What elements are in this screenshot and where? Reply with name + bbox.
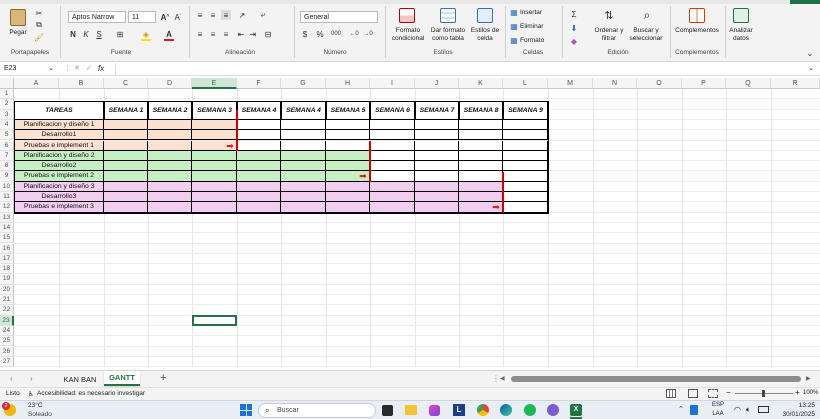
row-header-19[interactable]: 19 bbox=[0, 274, 14, 285]
spotify-icon[interactable] bbox=[524, 404, 536, 416]
normal-view-icon[interactable] bbox=[666, 389, 676, 398]
row-header-23[interactable]: 23 bbox=[0, 315, 14, 326]
app-icon-dark[interactable] bbox=[382, 405, 393, 416]
prev-sheet-icon[interactable]: ‹ bbox=[10, 374, 13, 383]
app-l-icon[interactable]: L bbox=[453, 404, 465, 416]
page-break-icon[interactable] bbox=[708, 389, 718, 398]
selected-cell-e23[interactable] bbox=[192, 315, 237, 326]
zoom-in-button[interactable]: + bbox=[795, 388, 800, 397]
chrome-icon[interactable] bbox=[477, 404, 489, 416]
row-header-8[interactable]: 8 bbox=[0, 161, 14, 172]
accessibility-status[interactable]: Accesibilidad: es necesario investigar bbox=[37, 390, 145, 397]
column-header-i[interactable]: I bbox=[370, 78, 415, 89]
row-header-7[interactable]: 7 bbox=[0, 150, 14, 162]
search-icon: ⌕ bbox=[265, 406, 270, 415]
row-header-12[interactable]: 12 bbox=[0, 202, 14, 213]
column-header-a[interactable]: A bbox=[14, 78, 59, 89]
row-header-21[interactable]: 21 bbox=[0, 295, 14, 306]
row-header-4[interactable]: 4 bbox=[0, 119, 14, 131]
accessibility-icon: ♿ bbox=[28, 391, 34, 398]
weather-temp[interactable]: 23°C bbox=[28, 402, 43, 409]
excel-taskbar-icon[interactable]: X bbox=[570, 404, 582, 416]
select-all-corner[interactable] bbox=[0, 78, 14, 89]
column-header-l[interactable]: L bbox=[503, 78, 548, 89]
clock-time[interactable]: 13:25 bbox=[775, 402, 815, 409]
tray-overflow-icon[interactable]: ⌃ bbox=[678, 405, 684, 413]
row-header-17[interactable]: 17 bbox=[0, 253, 14, 265]
column-header-e[interactable]: E bbox=[192, 78, 237, 89]
next-sheet-icon[interactable]: › bbox=[30, 374, 33, 383]
row-header-15[interactable]: 15 bbox=[0, 233, 14, 244]
sheet-tab-bar: ‹ › KAN BAN GANTT + ⋮ ◀ ▶ bbox=[0, 370, 820, 387]
row-header-14[interactable]: 14 bbox=[0, 222, 14, 234]
column-header-n[interactable]: N bbox=[593, 78, 637, 89]
column-header-d[interactable]: D bbox=[148, 78, 192, 89]
row-header-1[interactable]: 1 bbox=[0, 89, 14, 100]
column-header-k[interactable]: K bbox=[459, 78, 503, 89]
row-header-2[interactable]: 2 bbox=[0, 99, 14, 110]
zoom-out-button[interactable]: − bbox=[726, 388, 731, 397]
column-header-c[interactable]: C bbox=[104, 78, 148, 89]
hscroll-left-icon[interactable]: ◀ bbox=[500, 375, 505, 382]
gantt-table-border bbox=[14, 101, 549, 214]
add-sheet-button[interactable]: + bbox=[160, 372, 166, 384]
row-header-3[interactable]: 3 bbox=[0, 109, 14, 120]
row-header-11[interactable]: 11 bbox=[0, 192, 14, 203]
row-header-22[interactable]: 22 bbox=[0, 305, 14, 316]
page-layout-icon[interactable] bbox=[688, 389, 698, 398]
notification-badge: 2 bbox=[2, 402, 10, 410]
battery-icon[interactable] bbox=[758, 406, 769, 413]
column-header-o[interactable]: O bbox=[637, 78, 682, 89]
row-header-16[interactable]: 16 bbox=[0, 243, 14, 254]
sheet-tab-kanban[interactable]: KAN BAN bbox=[60, 373, 100, 386]
clock-date[interactable]: 30/01/2025 bbox=[775, 411, 815, 418]
row-header-5[interactable]: 5 bbox=[0, 130, 14, 141]
horizontal-scrollbar[interactable] bbox=[511, 376, 801, 382]
row-header-25[interactable]: 25 bbox=[0, 336, 14, 347]
row-header-13[interactable]: 13 bbox=[0, 212, 14, 223]
column-header-b[interactable]: B bbox=[59, 78, 104, 89]
sheet-tab-gantt[interactable]: GANTT bbox=[104, 371, 140, 386]
volume-icon[interactable]: 🔈︎ bbox=[746, 405, 751, 415]
column-header-f[interactable]: F bbox=[237, 78, 281, 89]
column-header-h[interactable]: H bbox=[326, 78, 370, 89]
row-header-6[interactable]: 6 bbox=[0, 140, 14, 151]
layout-indicator[interactable]: LAA bbox=[710, 411, 726, 417]
column-header-q[interactable]: Q bbox=[726, 78, 771, 89]
edge-icon[interactable] bbox=[500, 404, 512, 416]
row-header-24[interactable]: 24 bbox=[0, 325, 14, 337]
wifi-icon[interactable]: ◠ bbox=[734, 405, 741, 414]
windows-taskbar: 2 23°C Soleado ⌕ Buscar L X ⌃ ESP LAA ◠ … bbox=[0, 400, 820, 419]
column-header-m[interactable]: M bbox=[548, 78, 593, 89]
tab-split-icon[interactable]: ⋮ bbox=[492, 374, 500, 383]
hscroll-right-icon[interactable]: ▶ bbox=[806, 375, 811, 382]
copilot-icon[interactable] bbox=[429, 405, 440, 416]
zoom-level[interactable]: 100% bbox=[803, 390, 818, 396]
taskbar-search[interactable]: ⌕ Buscar bbox=[258, 403, 376, 418]
row-header-18[interactable]: 18 bbox=[0, 264, 14, 275]
start-icon[interactable] bbox=[240, 404, 252, 416]
worksheet-grid[interactable]: ABCDEFGHIJKLMNOPQR 1 2 3 4 5 6 7 8 9 10 11 12 13 14 15… bbox=[0, 0, 820, 370]
search-placeholder: Buscar bbox=[277, 407, 299, 414]
column-header-r[interactable]: R bbox=[771, 78, 820, 89]
column-header-j[interactable]: J bbox=[415, 78, 459, 89]
column-header-g[interactable]: G bbox=[281, 78, 326, 89]
status-bar: Listo ♿ Accesibilidad: es necesario inve… bbox=[0, 387, 820, 400]
weather-desc[interactable]: Soleado bbox=[28, 411, 52, 418]
row-header-26[interactable]: 26 bbox=[0, 346, 14, 357]
row-header-9[interactable]: 9 bbox=[0, 171, 14, 182]
row-header-20[interactable]: 20 bbox=[0, 284, 14, 295]
language-indicator[interactable]: ESP bbox=[710, 402, 726, 408]
row-header-10[interactable]: 10 bbox=[0, 181, 14, 192]
onedrive-tray-icon[interactable] bbox=[690, 405, 698, 415]
status-ready: Listo bbox=[6, 390, 20, 397]
column-header-p[interactable]: P bbox=[682, 78, 726, 89]
app-purple-icon[interactable] bbox=[547, 404, 559, 416]
row-header-27[interactable]: 27 bbox=[0, 356, 14, 368]
file-explorer-icon[interactable] bbox=[405, 405, 417, 415]
